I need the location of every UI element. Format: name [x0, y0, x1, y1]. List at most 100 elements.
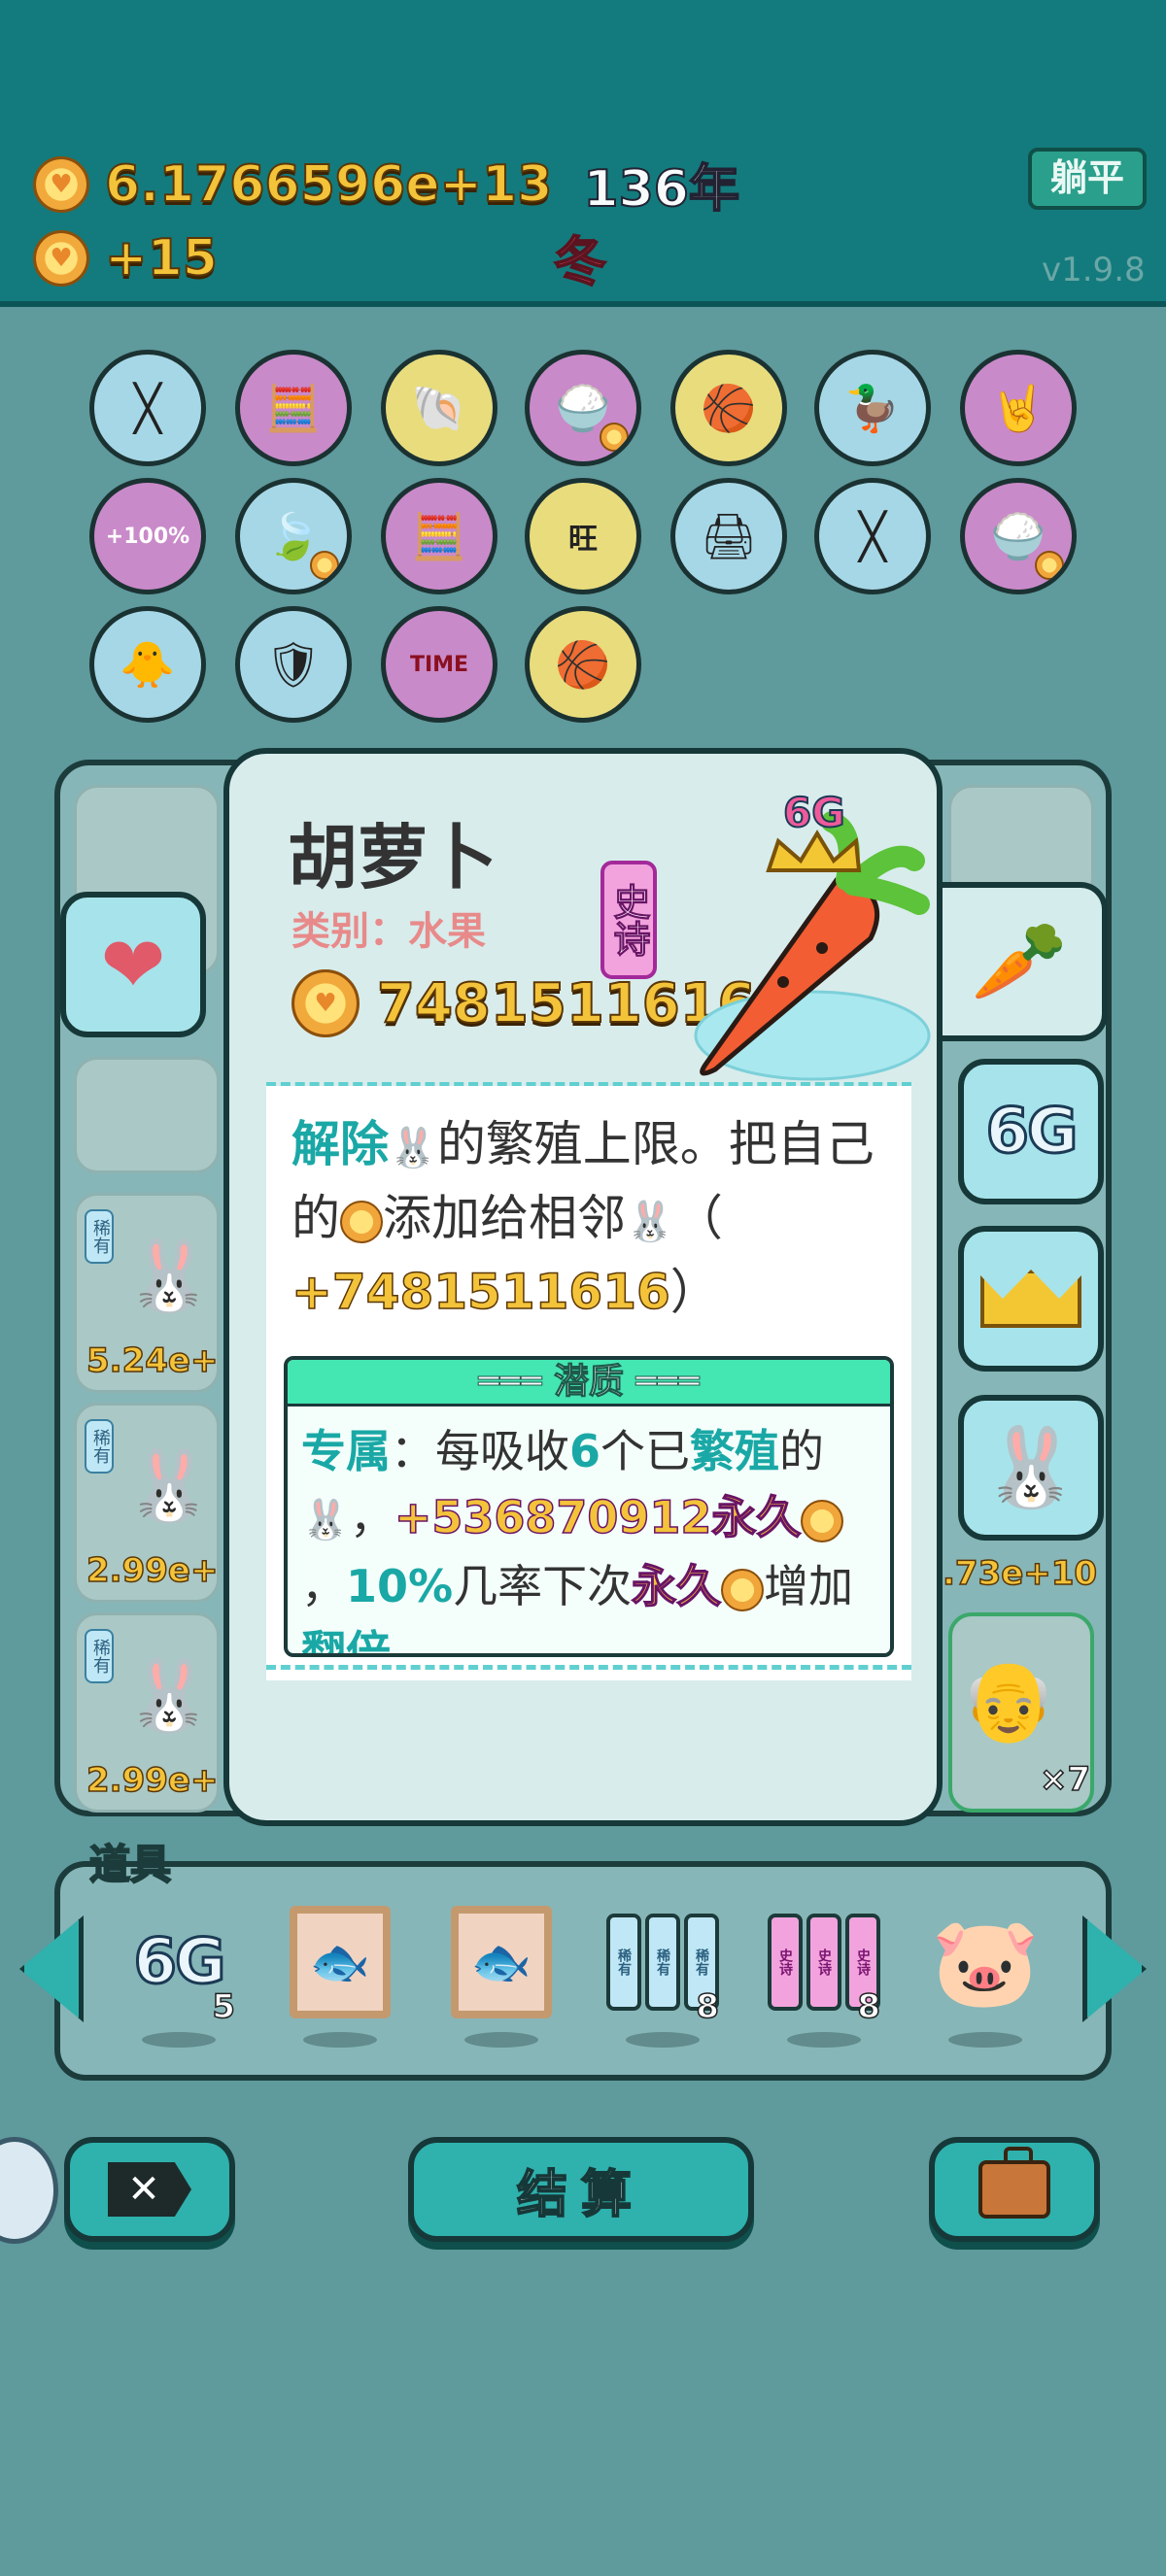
cell-value: 2.99e+	[86, 1760, 219, 1801]
carrot-tab-icon[interactable]: 🥕	[937, 882, 1108, 1041]
coin-badge-icon	[310, 551, 339, 580]
6g-tab-button[interactable]: 6G	[958, 1059, 1104, 1204]
bunny-icon: 🐰	[125, 1235, 213, 1316]
prop-count: 5	[212, 1986, 236, 2027]
prop-rare-cards[interactable]: 稀有 稀有 稀有 8	[604, 1904, 721, 2048]
carrot-illustration: 6G	[694, 788, 931, 1081]
prop-shadow	[303, 2032, 377, 2048]
props-next-arrow[interactable]	[1082, 1915, 1147, 2022]
top-status-bar: 6.1766596e+13 136年 +15 冬 躺平 v1.9.8	[0, 0, 1166, 307]
coin-icon	[340, 1200, 383, 1243]
prop-koi-frame[interactable]: 🐟	[282, 1904, 398, 2048]
bunny-icon: 🐰	[982, 1422, 1080, 1512]
bunny-icon: 🐰	[125, 1444, 213, 1526]
coin-badge-icon	[600, 423, 629, 452]
settle-button[interactable]: 结算	[408, 2137, 754, 2242]
time-magazine-icon[interactable]: TIME	[381, 606, 497, 723]
background-footer	[0, 2273, 1166, 2576]
basketballs-icon[interactable]: 🏀	[525, 606, 641, 723]
desc-text: （	[673, 1190, 723, 1246]
prop-piggy-bank[interactable]: 🐷	[927, 1904, 1044, 2048]
settle-label: 结算	[516, 2165, 645, 2225]
props-prev-arrow[interactable]	[19, 1915, 84, 2022]
cell-value: 2.99e+	[86, 1550, 219, 1591]
leaf-icon[interactable]: 🍃	[235, 478, 352, 594]
bunny-tab-button[interactable]: 🐰	[958, 1395, 1104, 1541]
math-student-icon[interactable]: 🧮	[235, 350, 352, 466]
prop-6g[interactable]: 6G 5	[120, 1904, 237, 2048]
collected-items-grid: ╳ 🧮 🐚 🍚 🏀 🦆 🤘 +100% 🍃 🧮 旺 🖨 ╳ 🍚 🐥 🛡 TIME…	[0, 313, 1166, 750]
desc-text: 添加给相邻	[383, 1190, 626, 1246]
lie-flat-button[interactable]: 躺平	[1028, 148, 1147, 210]
year-counter: 136年	[582, 159, 740, 220]
board-cell[interactable]: 稀有 🐰 2.99e+	[74, 1403, 220, 1603]
rice-bowl-icon[interactable]: 🍚	[960, 478, 1077, 594]
chick-egg-icon[interactable]: 🐥	[89, 606, 206, 723]
prop-count: 8	[857, 1986, 881, 2027]
prop-shadow	[626, 2032, 700, 2048]
coin-rate-row: +15	[33, 228, 219, 288]
rare-tag: 稀有	[85, 1419, 114, 1474]
card: 史诗	[806, 1914, 841, 2011]
wang-text-icon[interactable]: 旺	[525, 478, 641, 594]
board-cell[interactable]	[74, 1057, 220, 1173]
math-student-icon[interactable]: 🧮	[381, 478, 497, 594]
coin-rate: +15	[104, 228, 219, 288]
potential-title: ═══ 潜质 ═══	[288, 1360, 890, 1407]
board-cell[interactable]: 👴 ×7	[948, 1612, 1094, 1813]
crown-tab-button[interactable]	[958, 1226, 1104, 1372]
season-label: 冬	[553, 230, 607, 293]
briefcase-button[interactable]	[929, 2137, 1100, 2242]
coin-total: 6.1766596e+13	[104, 154, 553, 215]
board-cell[interactable]: 稀有 🐰 2.99e+	[74, 1612, 220, 1813]
rock-hand-icon[interactable]: 🤘	[960, 350, 1077, 466]
rare-tag: 稀有	[85, 1629, 114, 1683]
chopsticks-icon[interactable]: ╳	[89, 350, 206, 466]
item-detail-popup: 胡萝卜 类别：水果 史诗 7481511616 6G 解除🐰的繁殖上限。把自己的…	[223, 748, 943, 1826]
cell-value: .73e+10	[942, 1553, 1098, 1594]
close-icon: ✕	[108, 2162, 191, 2217]
basketballs-icon[interactable]: 🏀	[670, 350, 787, 466]
pot-text: 个已	[600, 1425, 691, 1477]
close-button[interactable]: ✕	[64, 2137, 235, 2242]
coin-total-row: 6.1766596e+13 136年	[33, 148, 740, 220]
duck-pot-icon[interactable]: 🦆	[814, 350, 931, 466]
item-name: 胡萝卜	[288, 817, 498, 898]
item-category: 类别：水果	[292, 909, 486, 954]
liver-item-icon[interactable]: ❤	[60, 892, 206, 1037]
pot-text: 。	[391, 1626, 435, 1657]
briefcase-icon	[978, 2147, 1050, 2219]
old-man-icon: 👴	[960, 1655, 1057, 1746]
prop-koi-frame[interactable]: 🐟	[443, 1904, 560, 2048]
rarity-badge: 史诗	[600, 861, 657, 979]
coin-icon	[801, 1499, 844, 1542]
coin-badge-icon	[1035, 551, 1064, 580]
koi-frame-icon: 🐟	[451, 1906, 552, 2018]
prop-shadow	[464, 2032, 538, 2048]
6g-badge: 6G	[783, 789, 845, 836]
card: 稀有	[606, 1914, 641, 2011]
cell-value: 5.24e+	[86, 1340, 219, 1381]
prop-shadow	[142, 2032, 216, 2048]
rice-bowl-icon[interactable]: 🍚	[525, 350, 641, 466]
6g-label: 6G	[132, 1925, 227, 2000]
version-label: v1.9.8	[1042, 251, 1146, 289]
coin-icon	[33, 155, 89, 213]
bunny-icon: 🐰	[125, 1654, 213, 1736]
printer-icon[interactable]: 🖨	[670, 478, 787, 594]
desc-keyword: 解除	[292, 1116, 389, 1172]
pot-keyword: 繁殖	[690, 1425, 780, 1477]
chopsticks-icon[interactable]: ╳	[814, 478, 931, 594]
pot-text: 几率下次	[453, 1560, 633, 1612]
cup-100-icon[interactable]: +100%	[89, 478, 206, 594]
coin-icon	[33, 230, 89, 287]
board-cell[interactable]: 稀有 🐰 5.24e+	[74, 1193, 220, 1393]
shell-icon[interactable]: 🐚	[381, 350, 497, 466]
6g-label: 6G	[984, 1095, 1080, 1169]
prop-epic-cards[interactable]: 史诗 史诗 史诗 8	[766, 1904, 882, 2048]
carrot-eye-shape	[777, 976, 789, 988]
shield-wrench-icon[interactable]: 🛡	[235, 606, 352, 723]
avatar[interactable]	[0, 2137, 58, 2244]
pot-text: ，	[301, 1560, 346, 1612]
prop-shadow	[787, 2032, 861, 2048]
